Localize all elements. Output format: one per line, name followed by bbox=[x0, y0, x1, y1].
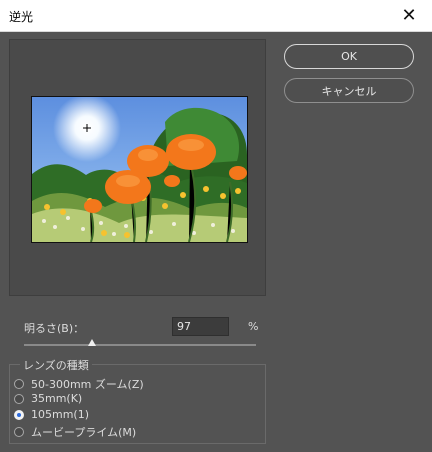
brightness-label: 明るさ(B)： bbox=[24, 322, 85, 335]
close-icon: ✕ bbox=[401, 5, 417, 26]
lens-option-label: 35mm(K) bbox=[31, 392, 83, 405]
radio-50-300mm[interactable] bbox=[14, 379, 24, 389]
lens-option-label: 105mm(1) bbox=[31, 408, 90, 421]
lens-type-legend: レンズの種類 bbox=[20, 357, 92, 373]
ok-button[interactable]: OK bbox=[284, 44, 414, 69]
lens-flare-dialog: OK キャンセル 明るさ(B)： 97 % レンズの種類 50-300mm ズー… bbox=[0, 32, 432, 452]
lens-option-movie-prime[interactable]: ムービープライム(M) bbox=[14, 424, 136, 440]
preview-panel bbox=[9, 39, 266, 296]
close-button[interactable]: ✕ bbox=[386, 0, 432, 31]
radio-35mm[interactable] bbox=[14, 393, 24, 404]
brightness-slider[interactable] bbox=[24, 344, 256, 346]
radio-movie-prime[interactable] bbox=[14, 427, 24, 437]
lens-option-50-300mm[interactable]: 50-300mm ズーム(Z) bbox=[14, 376, 144, 392]
lens-option-35mm[interactable]: 35mm(K) bbox=[14, 392, 82, 405]
radio-105mm[interactable] bbox=[14, 409, 24, 420]
cancel-button[interactable]: キャンセル bbox=[284, 78, 414, 103]
brightness-slider-thumb[interactable] bbox=[88, 339, 96, 346]
brightness-unit: % bbox=[248, 320, 259, 333]
title-bar: 逆光 ✕ bbox=[0, 0, 432, 32]
lens-option-label: 50-300mm ズーム(Z) bbox=[31, 378, 144, 391]
preview-photo bbox=[32, 97, 247, 242]
window-title: 逆光 bbox=[9, 10, 34, 24]
lens-option-105mm[interactable]: 105mm(1) bbox=[14, 408, 89, 421]
lens-option-label: ムービープライム(M) bbox=[31, 426, 137, 439]
brightness-input[interactable]: 97 bbox=[172, 317, 229, 336]
preview-image[interactable] bbox=[31, 96, 248, 243]
